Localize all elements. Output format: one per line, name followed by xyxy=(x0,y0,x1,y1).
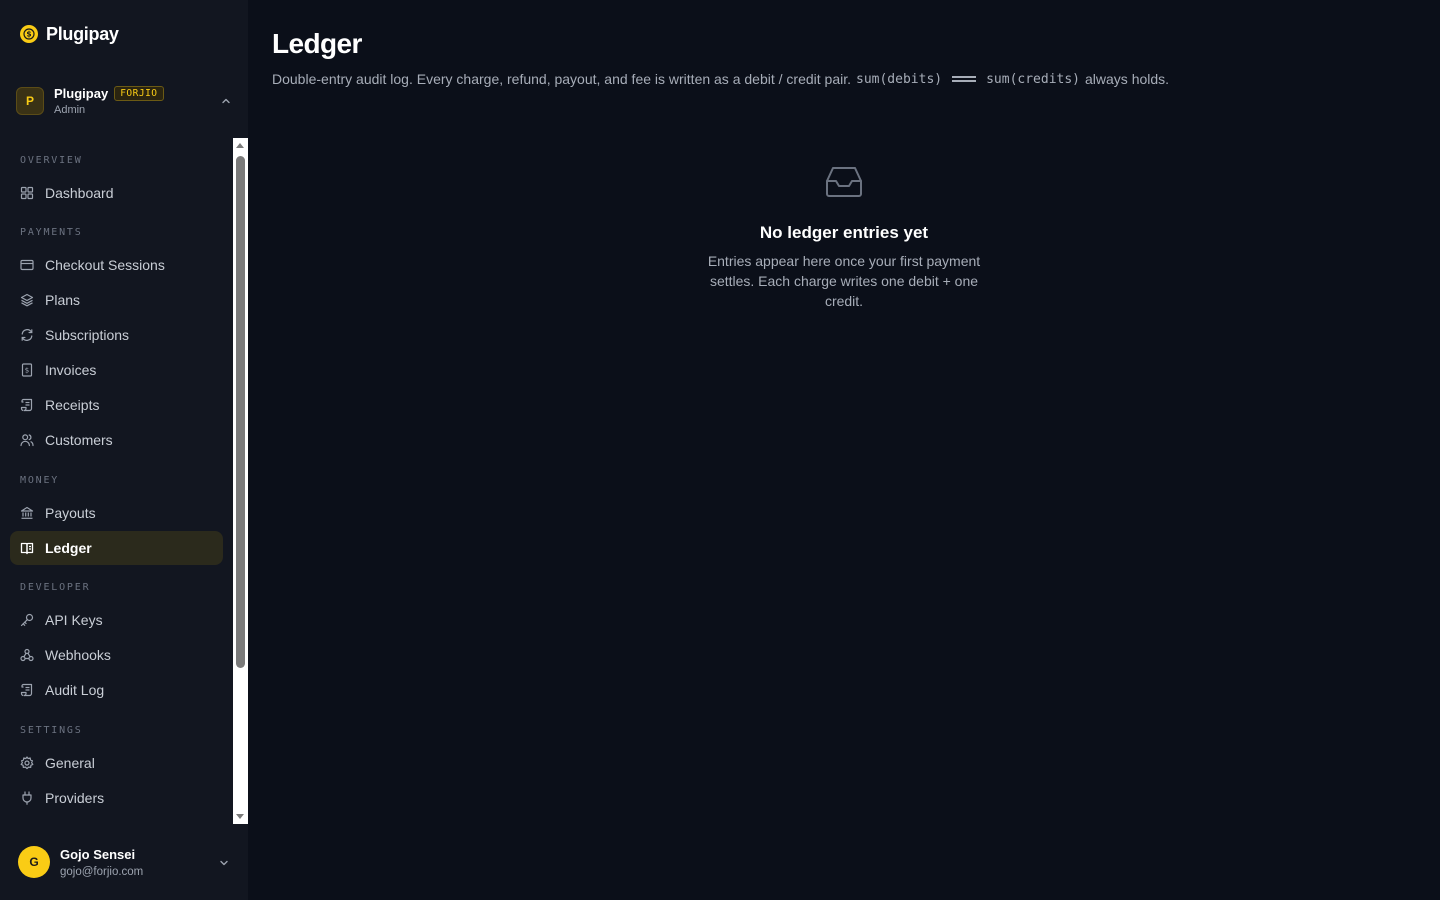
sidebar-item-audit-log[interactable]: Audit Log xyxy=(10,673,223,707)
sidebar-item-webhooks[interactable]: Webhooks xyxy=(10,638,223,672)
scroll-icon xyxy=(20,398,34,412)
description-suffix: always holds. xyxy=(1085,71,1170,87)
page-description: Double-entry audit log. Every charge, re… xyxy=(272,71,1169,87)
user-menu[interactable]: G Gojo Sensei gojo@forjio.com xyxy=(18,845,240,879)
sidebar-item-label: Audit Log xyxy=(45,682,105,698)
sidebar-item-label: Plans xyxy=(45,292,81,308)
scroll-up-arrow-icon[interactable] xyxy=(236,143,244,148)
org-switcher[interactable]: P Plugipay FORJIO Admin xyxy=(16,84,240,118)
sidebar-item-api-keys[interactable]: API Keys xyxy=(10,603,223,637)
invoice-icon: $ xyxy=(20,363,34,377)
org-role: Admin xyxy=(54,104,86,116)
org-avatar: P xyxy=(16,87,44,115)
user-name: Gojo Sensei xyxy=(60,846,136,862)
plug-icon xyxy=(20,791,34,805)
chevron-down-icon[interactable] xyxy=(218,856,230,874)
scroll-icon xyxy=(20,683,34,697)
bank-icon xyxy=(20,506,34,520)
description-prefix: Double-entry audit log. Every charge, re… xyxy=(272,71,851,87)
main-content: Ledger Double-entry audit log. Every cha… xyxy=(248,0,1440,900)
sidebar-item-label: Webhooks xyxy=(45,647,111,663)
scroll-down-arrow-icon[interactable] xyxy=(236,814,244,819)
sidebar-item-label: Subscriptions xyxy=(45,327,130,343)
sidebar-item-label: Payouts xyxy=(45,505,96,521)
empty-state-text: Entries appear here once your first paym… xyxy=(707,253,981,309)
sidebar-item-payouts[interactable]: Payouts xyxy=(10,496,223,530)
avatar: G xyxy=(18,846,50,878)
code-sum-debits: sum(debits) xyxy=(856,71,943,87)
sidebar-item-label: Customers xyxy=(45,432,113,448)
strict-equals-icon xyxy=(952,75,977,83)
sidebar-item-checkout-sessions[interactable]: Checkout Sessions xyxy=(10,248,223,282)
sidebar: $ Plugipay P Plugipay FORJIO Admin OVERV… xyxy=(0,0,248,900)
layers-icon xyxy=(20,293,34,307)
sidebar-item-receipts[interactable]: Receipts xyxy=(10,388,223,422)
section-title-developer: DEVELOPER xyxy=(20,582,91,593)
section-title-payments: PAYMENTS xyxy=(20,227,83,238)
sidebar-item-label: Checkout Sessions xyxy=(45,257,165,273)
sidebar-item-customers[interactable]: Customers xyxy=(10,423,223,457)
empty-state-title: No ledger entries yet xyxy=(759,223,929,242)
credit-card-icon xyxy=(20,258,34,272)
sidebar-item-providers[interactable]: Providers xyxy=(10,781,223,815)
sidebar-item-label: API Keys xyxy=(45,612,103,628)
book-icon xyxy=(20,541,34,555)
sidebar-item-label: Dashboard xyxy=(45,185,114,201)
sidebar-item-plans[interactable]: Plans xyxy=(10,283,223,317)
sidebar-item-invoices[interactable]: $ Invoices xyxy=(10,353,223,387)
sidebar-item-label: Receipts xyxy=(45,397,100,413)
sidebar-item-subscriptions[interactable]: Subscriptions xyxy=(10,318,223,352)
grid-icon xyxy=(20,186,34,200)
svg-text:$: $ xyxy=(25,367,29,375)
sidebar-item-label: Invoices xyxy=(45,362,97,378)
code-sum-credits: sum(credits) xyxy=(986,71,1081,87)
section-title-overview: OVERVIEW xyxy=(20,155,83,166)
refresh-icon xyxy=(20,328,34,342)
gear-icon xyxy=(20,756,34,770)
sidebar-nav[interactable]: OVERVIEW Dashboard PAYMENTS Checkout Ses… xyxy=(0,138,248,824)
chevron-up-icon[interactable] xyxy=(220,94,232,112)
org-badge: FORJIO xyxy=(114,86,164,101)
brand-name: Plugipay xyxy=(46,23,119,44)
scrollbar-thumb[interactable] xyxy=(236,156,245,668)
sidebar-item-ledger[interactable]: Ledger xyxy=(10,531,223,565)
key-icon xyxy=(20,613,34,627)
sidebar-item-dashboard[interactable]: Dashboard xyxy=(10,176,223,210)
sidebar-item-label: General xyxy=(45,755,95,771)
section-title-money: MONEY xyxy=(20,475,60,486)
svg-text:$: $ xyxy=(26,30,31,39)
sidebar-scrollbar[interactable] xyxy=(233,138,248,824)
sidebar-item-label: Ledger xyxy=(45,540,92,556)
inbox-icon xyxy=(825,166,863,203)
org-name: Plugipay xyxy=(54,86,109,101)
section-title-settings: SETTINGS xyxy=(20,725,83,736)
brand[interactable]: $ Plugipay xyxy=(20,22,119,46)
empty-state: No ledger entries yet Entries appear her… xyxy=(694,166,994,311)
page-title: Ledger xyxy=(272,28,362,59)
sidebar-item-label: Providers xyxy=(45,790,105,806)
webhook-icon xyxy=(20,648,34,662)
sidebar-item-general[interactable]: General xyxy=(10,746,223,780)
user-email: gojo@forjio.com xyxy=(60,865,144,878)
users-icon xyxy=(20,433,34,447)
dollar-coin-icon: $ xyxy=(20,25,38,43)
